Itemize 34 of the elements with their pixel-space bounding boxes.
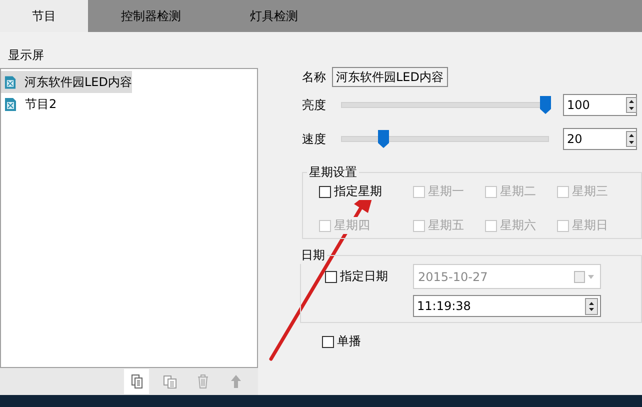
document-icon (4, 74, 16, 90)
field-label: 名称 (302, 68, 326, 86)
spin-arrows-icon[interactable] (626, 131, 637, 147)
duplicate-icon (162, 373, 178, 390)
time-field[interactable]: 11:19:38 (413, 295, 601, 317)
program-item[interactable]: 节目2 (1, 93, 132, 115)
checkbox-label: 单播 (337, 333, 361, 350)
tab[interactable]: 灯具检测 (214, 0, 334, 32)
number-field[interactable]: 20 (563, 128, 637, 150)
number-field[interactable]: 100 (563, 94, 637, 116)
checkbox-label: 指定星期 (334, 183, 382, 200)
tab[interactable]: 控制器检测 (88, 0, 214, 32)
slider[interactable] (341, 129, 549, 149)
spin-arrows-icon[interactable] (626, 97, 637, 113)
field-label: 速度 (302, 130, 327, 148)
field-label: 亮度 (302, 96, 327, 114)
checkbox-label: 星期四 (334, 217, 370, 234)
slider[interactable] (341, 95, 549, 115)
checkbox-label: 指定日期 (340, 268, 388, 285)
spin-arrows-icon[interactable] (585, 298, 598, 314)
checkbox-box[interactable] (322, 336, 334, 348)
document-icon (4, 96, 17, 112)
panel-label: 显示屏 (8, 47, 44, 64)
group-title: 星期设置 (308, 164, 358, 181)
checkbox-box[interactable] (319, 186, 331, 198)
checkbox-box[interactable] (325, 270, 337, 282)
slider-thumb[interactable] (378, 130, 389, 148)
program-item[interactable]: 河东软件园LED内容 (1, 71, 132, 93)
checkbox-label: 星期六 (500, 217, 536, 234)
slider-thumb[interactable] (540, 96, 551, 114)
copy-button[interactable] (124, 369, 149, 394)
group-title: 日期 (300, 247, 326, 264)
tab[interactable]: 节目 (0, 0, 88, 32)
name-field[interactable]: 河东软件园LED内容 (332, 67, 448, 87)
